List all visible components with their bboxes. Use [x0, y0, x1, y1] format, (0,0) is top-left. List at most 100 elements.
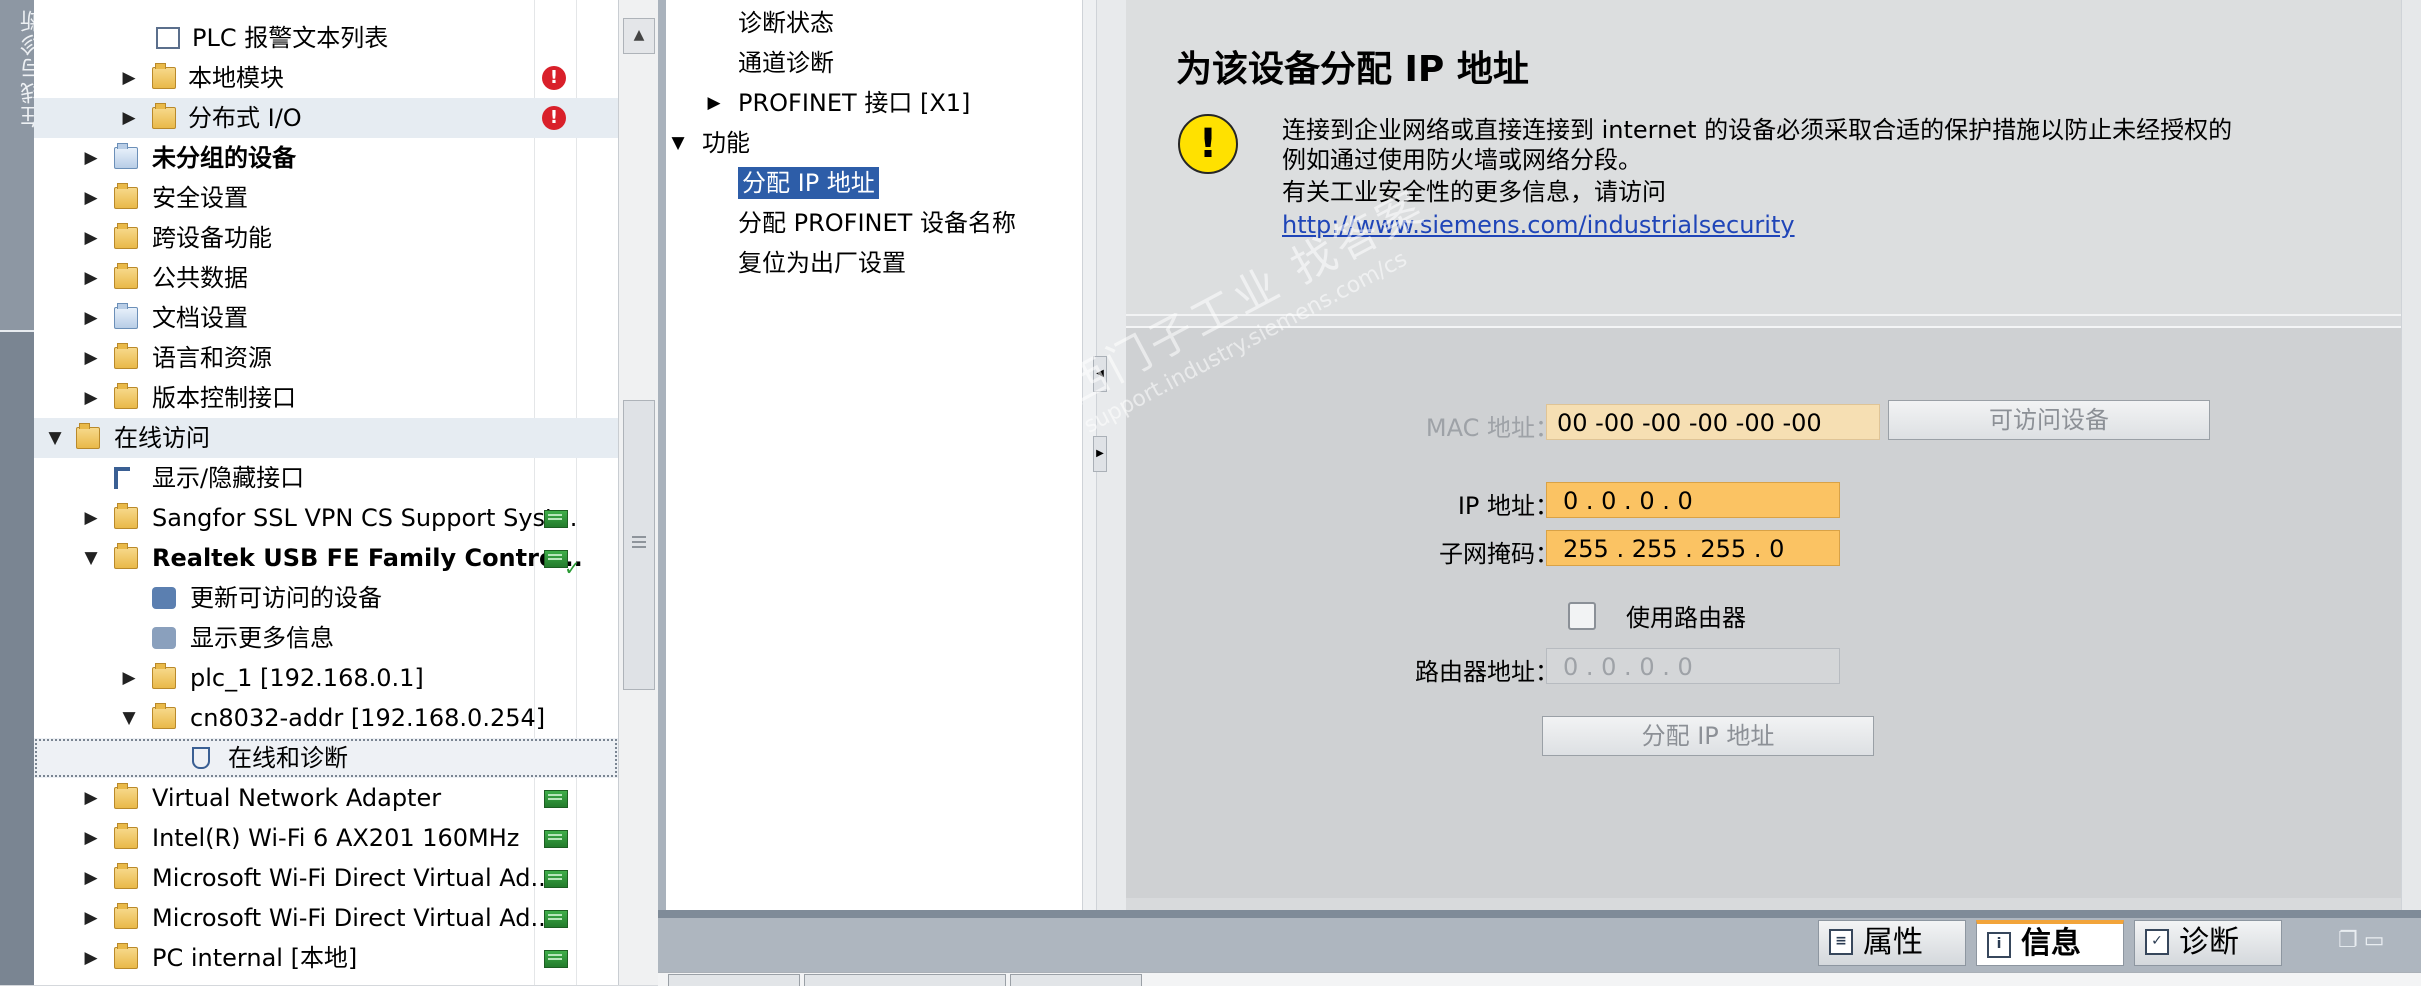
nav-item-profinet-interface[interactable]: ▶ PROFINET 接口 [X1]: [707, 84, 970, 122]
tree-item-label: 在线访问: [114, 424, 210, 452]
tree-item-languages-resources[interactable]: ▶ 语言和资源: [34, 338, 618, 378]
expand-arrow-icon[interactable]: ▶: [80, 378, 102, 418]
subnet-mask-field[interactable]: 255 . 255 . 255 . 0: [1546, 530, 1840, 566]
nav-item-diagnostic-status[interactable]: 诊断状态: [738, 4, 834, 42]
nav-item-channel-diagnostics[interactable]: 通道诊断: [738, 44, 834, 82]
expand-arrow-icon[interactable]: ▶: [80, 178, 102, 218]
tab-properties[interactable]: ≡ 属性: [1818, 920, 1966, 966]
adapter-folder-icon: [114, 543, 138, 569]
restore-window-icon[interactable]: ❐: [2338, 928, 2364, 953]
tree-item-label: 更新可访问的设备: [190, 584, 382, 612]
project-tree-scrollbar[interactable]: ▲: [618, 0, 659, 985]
tree-item-label: 显示更多信息: [190, 624, 334, 652]
expand-arrow-icon[interactable]: ▶: [80, 938, 102, 978]
device-folder-icon: [152, 703, 176, 729]
expand-arrow-icon[interactable]: ▶: [118, 98, 140, 138]
nav-item-assign-ip[interactable]: 分配 IP 地址: [738, 164, 879, 202]
tree-item-adapter[interactable]: ▶ Microsoft Wi-Fi Direct Virtual Ad...: [34, 858, 618, 898]
diagnostics-tab-icon: ✓: [2145, 929, 2169, 955]
properties-icon: ≡: [1829, 929, 1853, 955]
collapse-left-icon[interactable]: ◀: [1093, 356, 1107, 392]
tree-item-label: 显示/隐藏接口: [152, 464, 305, 492]
tree-item-adapter[interactable]: ▶ Sangfor SSL VPN CS Support Syst...: [34, 498, 618, 538]
tree-item-cn8032[interactable]: ▼ cn8032-addr [192.168.0.254]: [34, 698, 618, 738]
tree-item-cross-device-functions[interactable]: ▶ 跨设备功能: [34, 218, 618, 258]
minimize-panel-icon[interactable]: ▭: [2364, 928, 2391, 953]
tree-item-common-data[interactable]: ▶ 公共数据: [34, 258, 618, 298]
expand-arrow-icon[interactable]: ▶: [80, 898, 102, 938]
adapter-folder-icon: [114, 903, 138, 929]
tree-item-show-hide-interfaces[interactable]: 显示/隐藏接口: [34, 458, 618, 498]
collapse-arrow-icon[interactable]: ▼: [44, 418, 66, 458]
tree-item-adapter[interactable]: ▶ PC internal [本地]: [34, 938, 618, 978]
collapse-arrow-icon[interactable]: ▼: [118, 698, 140, 738]
mac-address-field[interactable]: 00 -00 -00 -00 -00 -00: [1546, 404, 1880, 440]
tree-item-adapter[interactable]: ▶ Virtual Network Adapter: [34, 778, 618, 818]
nav-item-factory-reset[interactable]: 复位为出厂设置: [738, 244, 906, 282]
expand-arrow-icon[interactable]: ▶: [80, 818, 102, 858]
splitter-bar[interactable]: ◀ ▶: [1093, 0, 1127, 910]
expand-arrow-icon[interactable]: ▶: [80, 778, 102, 818]
tree-item-show-more-info[interactable]: 显示更多信息: [34, 618, 618, 658]
collapse-arrow-icon[interactable]: ▼: [668, 124, 688, 162]
accessible-devices-button[interactable]: 可访问设备: [1888, 400, 2210, 440]
collapse-arrow-icon[interactable]: ▼: [80, 538, 102, 578]
tree-item-label: Realtek USB FE Family Contro...: [152, 544, 583, 572]
online-diagnostics-vertical-tab[interactable]: 在线与诊断: [0, 0, 46, 332]
ip-address-field[interactable]: 0 . 0 . 0 . 0: [1546, 482, 1840, 518]
languages-icon: [114, 343, 138, 369]
tree-item-plc-alarm-texts[interactable]: PLC 报警文本列表: [34, 18, 618, 58]
tree-item-adapter[interactable]: ▶ Microsoft Wi-Fi Direct Virtual Ad...: [34, 898, 618, 938]
expand-arrow-icon[interactable]: ▶: [118, 658, 140, 698]
use-router-checkbox[interactable]: [1568, 602, 1596, 630]
sub-tab[interactable]: [668, 974, 800, 986]
tree-item-adapter-realtek[interactable]: ▼ Realtek USB FE Family Contro... ✓: [34, 538, 618, 580]
tree-item-online-access[interactable]: ▼ 在线访问: [34, 418, 618, 458]
tree-item-online-diagnostics[interactable]: 在线和诊断: [34, 738, 618, 778]
tree-item-label: PC internal [本地]: [152, 944, 358, 972]
tree-item-version-control[interactable]: ▶ 版本控制接口: [34, 378, 618, 418]
expand-arrow-icon[interactable]: ▶: [704, 84, 724, 122]
panel-divider[interactable]: [658, 0, 666, 985]
sub-tab[interactable]: [1010, 974, 1142, 986]
tree-item-ungrouped-devices[interactable]: ▶ 未分组的设备: [34, 138, 618, 178]
scrollbar-grip-icon: [632, 536, 646, 538]
tree-item-label: 版本控制接口: [152, 384, 296, 412]
tab-label: 属性: [1863, 925, 1923, 960]
expand-arrow-icon[interactable]: ▶: [118, 58, 140, 98]
ip-assignment-form: MAC 地址： 00 -00 -00 -00 -00 -00 可访问设备 IP …: [1126, 326, 2401, 898]
expand-arrow-icon[interactable]: ▶: [80, 298, 102, 338]
nav-item-assign-profinet-name[interactable]: 分配 PROFINET 设备名称: [738, 204, 1016, 242]
expand-arrow-icon[interactable]: ▶: [80, 218, 102, 258]
update-devices-icon: [152, 587, 176, 609]
nav-item-functions[interactable]: ▼ 功能: [671, 124, 750, 162]
expand-arrow-icon[interactable]: ▶: [80, 498, 102, 538]
tree-item-label: 语言和资源: [152, 344, 272, 372]
folder-icon: [152, 103, 176, 129]
expand-arrow-icon[interactable]: ▶: [80, 258, 102, 298]
tree-item-local-modules[interactable]: ▶ 本地模块 !: [34, 58, 618, 98]
tree-item-distributed-io[interactable]: ▶ 分布式 I/O !: [34, 98, 618, 138]
tab-info[interactable]: i 信息: [1976, 920, 2124, 966]
tree-item-plc1[interactable]: ▶ plc_1 [192.168.0.1]: [34, 658, 618, 698]
expand-arrow-icon[interactable]: ▶: [80, 338, 102, 378]
scroll-up-button[interactable]: ▲: [623, 18, 655, 54]
tab-diagnostics[interactable]: ✓ 诊断: [2134, 920, 2282, 966]
panel-window-controls[interactable]: ❐▭: [2338, 928, 2391, 953]
tree-item-label: Microsoft Wi-Fi Direct Virtual Ad...: [152, 904, 554, 932]
router-address-field[interactable]: 0 . 0 . 0 . 0: [1546, 648, 1840, 684]
expand-arrow-icon[interactable]: ▶: [80, 858, 102, 898]
online-access-icon: [76, 423, 100, 449]
expand-arrow-icon[interactable]: ▶: [80, 138, 102, 178]
tree-item-document-settings[interactable]: ▶ 文档设置: [34, 298, 618, 338]
tree-item-adapter[interactable]: ▶ Intel(R) Wi-Fi 6 AX201 160MHz: [34, 818, 618, 858]
error-status-icon: !: [542, 66, 566, 90]
sub-tab[interactable]: [804, 974, 1006, 986]
assign-ip-button[interactable]: 分配 IP 地址: [1542, 716, 1874, 756]
tree-item-security-settings[interactable]: ▶ 安全设置: [34, 178, 618, 218]
scrollbar-thumb[interactable]: [623, 400, 655, 690]
expand-right-icon[interactable]: ▶: [1093, 436, 1107, 472]
industrial-security-link[interactable]: http://www.siemens.com/industrialsecurit…: [1282, 211, 1795, 239]
content-scrollbar[interactable]: [2401, 0, 2421, 910]
tree-item-update-accessible-devices[interactable]: 更新可访问的设备: [34, 578, 618, 618]
